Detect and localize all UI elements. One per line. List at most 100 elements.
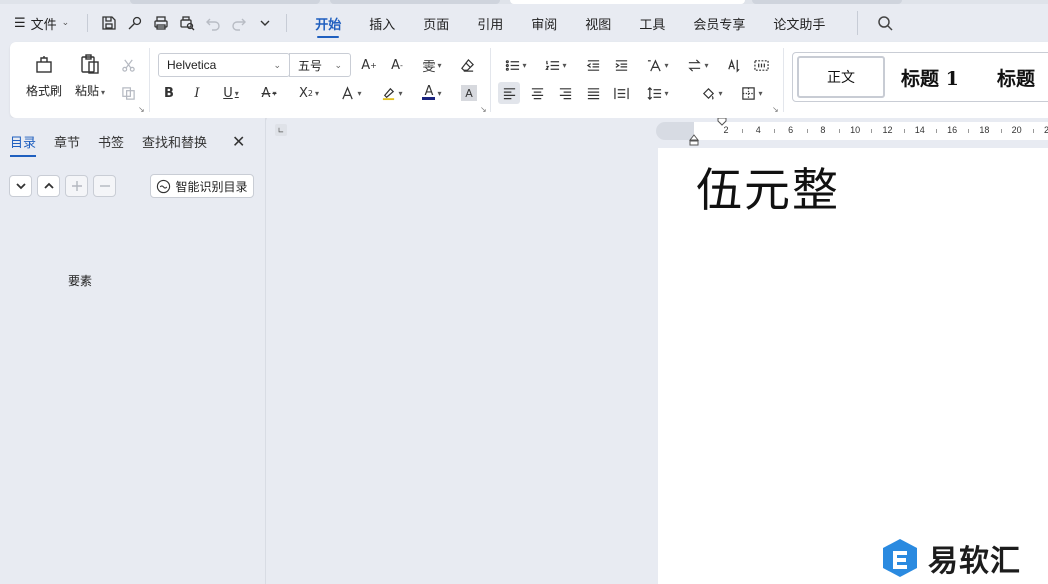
borders-icon[interactable]: ▾ <box>736 82 768 104</box>
tab-view[interactable]: 视图 <box>571 4 625 42</box>
file-menu[interactable]: ☰ 文件 ⌄ <box>14 14 79 33</box>
divider <box>87 14 89 32</box>
print-preview-icon[interactable] <box>174 10 200 36</box>
tab-insert[interactable]: 插入 <box>355 4 409 42</box>
style-heading2[interactable]: 标题 <box>997 53 1035 101</box>
font-color-icon[interactable]: A ▾ <box>416 82 448 104</box>
divider <box>490 48 491 112</box>
tab-review[interactable]: 审阅 <box>517 4 571 42</box>
decrease-indent-icon[interactable] <box>582 54 604 76</box>
italic-icon[interactable]: I <box>186 82 208 104</box>
line-spacing-icon[interactable]: ▾ <box>642 82 674 104</box>
font-name-select[interactable]: Helvetica ⌄ <box>158 53 290 77</box>
superscript-icon[interactable]: X 2 ▾ <box>292 82 326 104</box>
ruler-number: 8 <box>820 125 826 135</box>
ruler-tick <box>774 129 776 133</box>
font-launcher-icon[interactable]: ↘ <box>480 106 488 114</box>
save-icon[interactable] <box>96 10 122 36</box>
tab-member[interactable]: 会员专享 <box>679 4 759 42</box>
undo-icon[interactable] <box>200 10 226 36</box>
text-flow-icon[interactable]: ▾ <box>682 54 714 76</box>
highlight-icon[interactable]: ▾ <box>376 82 408 104</box>
tab-find-replace[interactable]: 查找和替换 <box>142 132 207 157</box>
ruler-number: 2 <box>723 125 729 135</box>
strikethrough-icon[interactable]: A ▾ <box>254 82 284 104</box>
ribbon-tabs: 开始 插入 页面 引用 审阅 视图 工具 会员专享 论文助手 <box>301 4 839 42</box>
chevron-down-icon: ⌄ <box>273 59 281 70</box>
show-marks-icon[interactable] <box>750 54 772 76</box>
bullet-list-icon[interactable]: ▾ <box>500 54 532 76</box>
tab-thesis-assistant[interactable]: 论文助手 <box>759 4 839 42</box>
text-direction-icon[interactable]: ▾ <box>642 54 674 76</box>
search-icon[interactable] <box>857 11 897 35</box>
font-size-select[interactable]: 五号 ⌄ <box>289 53 351 77</box>
divider <box>149 48 150 112</box>
print-icon[interactable] <box>148 10 174 36</box>
underline-icon[interactable]: U ▾ <box>216 82 246 104</box>
smart-toc-label: 智能识别目录 <box>175 179 248 194</box>
first-line-indent-icon[interactable] <box>717 118 727 126</box>
format-painter-button[interactable]: 格式刷 <box>22 50 66 99</box>
tab-tools[interactable]: 工具 <box>625 4 679 42</box>
cut-icon[interactable] <box>117 54 139 76</box>
horizontal-ruler[interactable]: 2 4 6 8 10 12 14 16 18 20 22 <box>656 122 1048 140</box>
distribute-icon[interactable] <box>610 82 632 104</box>
ruler-number: 12 <box>882 125 893 135</box>
chevron-down-icon: ⌄ <box>334 59 342 70</box>
document-text[interactable]: 伍元整 <box>696 154 840 220</box>
ruler-number: 14 <box>914 125 925 135</box>
align-center-icon[interactable] <box>526 82 548 104</box>
justify-icon[interactable] <box>582 82 604 104</box>
plus-icon <box>71 181 82 191</box>
document-page[interactable]: 伍元整 <box>658 148 1048 584</box>
ruler-tick <box>1032 129 1034 133</box>
chevron-up-icon <box>43 182 54 189</box>
chevron-down-icon: ⌄ <box>61 18 70 28</box>
remove-level-button[interactable] <box>93 175 116 197</box>
clear-format-icon[interactable] <box>456 54 478 76</box>
shading-icon[interactable]: ▾ <box>696 82 728 104</box>
paste-label: 粘贴 ▾ <box>74 84 106 98</box>
redo-icon[interactable] <box>226 10 252 36</box>
text-effect-icon[interactable]: ▾ <box>336 82 366 104</box>
tab-page[interactable]: 页面 <box>409 4 463 42</box>
paragraph-launcher-icon[interactable]: ↘ <box>772 106 780 114</box>
toc-item[interactable]: 要素 <box>68 272 92 289</box>
increase-indent-icon[interactable] <box>610 54 632 76</box>
numbered-list-icon[interactable]: ▾ <box>540 54 572 76</box>
tab-stop-selector[interactable]: ∟ <box>275 124 287 136</box>
grow-font-icon[interactable]: A + <box>358 54 380 76</box>
phonetic-guide-icon[interactable]: 雯 ▾ <box>416 54 448 76</box>
tab-home[interactable]: 开始 <box>301 4 355 42</box>
character-shading-icon[interactable]: A <box>458 82 480 104</box>
tab-bookmarks[interactable]: 书签 <box>98 132 124 157</box>
shrink-font-icon[interactable]: A- <box>386 54 408 76</box>
add-level-button[interactable] <box>65 175 88 197</box>
document-area: ∟ 2 4 6 8 10 12 14 16 18 20 22 伍元整 <box>267 118 1048 584</box>
smart-toc-button[interactable]: 智能识别目录 <box>150 174 254 198</box>
style-normal[interactable]: 正文 <box>797 56 885 98</box>
style-heading1[interactable]: 标题 1 <box>901 53 959 101</box>
ruler-tick <box>1000 129 1002 133</box>
paste-button[interactable]: 粘贴 ▾ <box>68 50 112 99</box>
copy-icon[interactable] <box>117 82 139 104</box>
close-icon[interactable]: ✕ <box>232 132 245 151</box>
font-size-value: 五号 <box>298 58 323 73</box>
align-right-icon[interactable] <box>554 82 576 104</box>
divider <box>783 48 784 112</box>
tab-sections[interactable]: 章节 <box>54 132 80 157</box>
clipboard-launcher-icon[interactable]: ↘ <box>138 106 146 114</box>
ruler-tick <box>806 129 808 133</box>
export-icon[interactable] <box>122 10 148 36</box>
expand-down-button[interactable] <box>9 175 32 197</box>
ruler-number: 10 <box>850 125 861 135</box>
collapse-up-button[interactable] <box>37 175 60 197</box>
bold-icon[interactable]: B <box>158 82 180 104</box>
sort-icon[interactable] <box>722 54 744 76</box>
left-indent-icon[interactable] <box>689 134 699 146</box>
align-left-icon[interactable] <box>498 82 520 104</box>
chevron-down-icon[interactable] <box>252 10 278 36</box>
quick-access: ☰ 文件 ⌄ <box>0 4 295 42</box>
tab-toc[interactable]: 目录 <box>10 132 37 157</box>
tab-references[interactable]: 引用 <box>463 4 517 42</box>
